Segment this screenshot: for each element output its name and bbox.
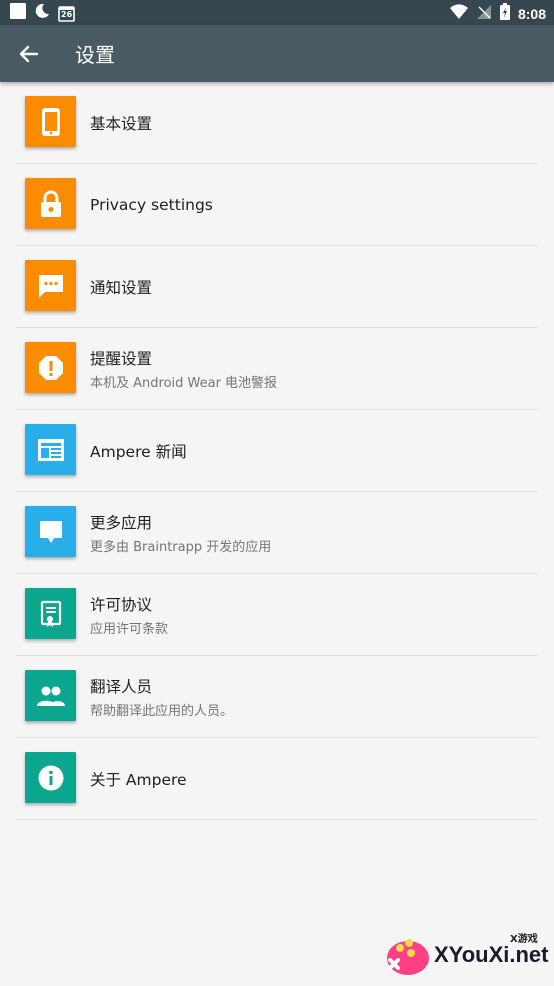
calendar-icon: 26 [58,5,75,22]
item-title: 许可协议 [90,595,153,614]
moon-icon [34,3,50,23]
settings-item-translators[interactable]: 翻译人员 帮助翻译此应用的人员。 [16,656,538,738]
app-bar: 设置 [0,25,554,82]
alert-octagon-icon [25,342,76,393]
lock-icon [25,178,76,229]
settings-item-alerts[interactable]: 提醒设置 本机及 Android Wear 电池警报 [16,328,538,410]
item-title: 更多应用 [90,513,153,532]
settings-item-about[interactable]: 关于 Ampere [16,738,538,820]
info-icon [25,752,76,803]
status-bar: 26 8:08 [0,0,554,25]
battery-icon [499,3,510,24]
item-title: Ampere 新闻 [90,442,187,461]
phone-icon [25,96,76,147]
settings-item-news[interactable]: Ampere 新闻 [16,410,538,492]
item-title: 关于 Ampere [90,770,187,789]
item-title: Privacy settings [90,195,213,214]
people-icon [25,670,76,721]
settings-item-more-apps[interactable]: 更多应用 更多由 Braintrapp 开发的应用 [16,492,538,574]
chat-bubble-icon [25,260,76,311]
item-subtitle: 本机及 Android Wear 电池警报 [90,375,278,391]
item-subtitle: 更多由 Braintrapp 开发的应用 [90,539,272,555]
item-title: 基本设置 [90,114,153,133]
wifi-icon [449,3,468,24]
message-icon [25,506,76,557]
settings-item-privacy[interactable]: Privacy settings [16,164,538,246]
item-title: 提醒设置 [90,349,153,368]
certificate-icon [25,588,76,639]
gamepad-logo-icon [387,939,429,975]
settings-item-license[interactable]: 许可协议 应用许可条款 [16,574,538,656]
item-title: 通知设置 [90,278,153,297]
news-icon [25,424,76,475]
notification-square-icon [10,3,26,23]
calendar-day: 26 [61,9,73,19]
back-button[interactable] [14,39,44,69]
page-title: 设置 [75,43,115,67]
settings-item-basic[interactable]: 基本设置 [16,82,538,164]
item-subtitle: 帮助翻译此应用的人员。 [90,703,234,719]
settings-item-notifications[interactable]: 通知设置 [16,246,538,328]
arrow-back-icon [19,45,39,63]
watermark-text: XYouXi.net [434,942,549,967]
watermark: X游戏 XYouXi.net [382,930,552,982]
item-subtitle: 应用许可条款 [90,621,169,637]
item-title: 翻译人员 [90,677,153,696]
settings-list: 基本设置 Privacy settings 通知设置 提醒设置 本机及 Andr… [16,82,538,820]
signal-off-icon [476,4,492,24]
status-time: 8:08 [517,5,546,22]
